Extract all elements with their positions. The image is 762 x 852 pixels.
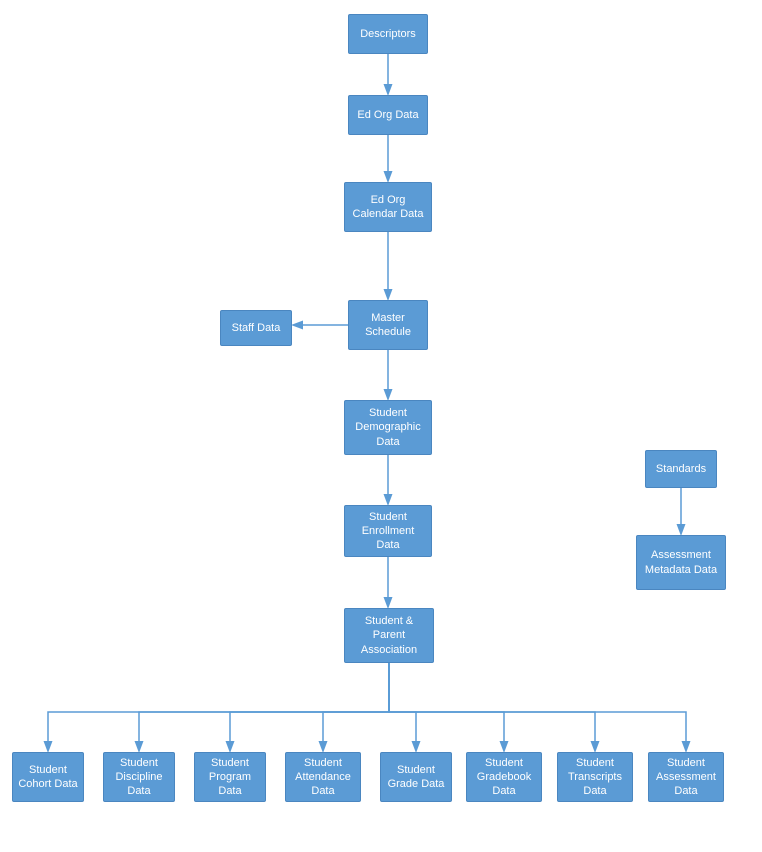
node-ed-org-calendar: Ed Org Calendar Data (344, 182, 432, 232)
node-student-cohort: Student Cohort Data (12, 752, 84, 802)
diagram: Descriptors Ed Org Data Ed Org Calendar … (0, 0, 762, 852)
node-ed-org-data: Ed Org Data (348, 95, 428, 135)
node-staff-data: Staff Data (220, 310, 292, 346)
node-student-assessment: Student Assessment Data (648, 752, 724, 802)
node-master-schedule: Master Schedule (348, 300, 428, 350)
node-descriptors: Descriptors (348, 14, 428, 54)
node-student-discipline: Student Discipline Data (103, 752, 175, 802)
node-standards: Standards (645, 450, 717, 488)
node-student-transcripts: Student Transcripts Data (557, 752, 633, 802)
node-student-program: Student Program Data (194, 752, 266, 802)
node-student-enrollment: Student Enrollment Data (344, 505, 432, 557)
node-student-demographic: Student Demographic Data (344, 400, 432, 455)
node-student-parent: Student & Parent Association (344, 608, 434, 663)
node-student-grade: Student Grade Data (380, 752, 452, 802)
node-student-attendance: Student Attendance Data (285, 752, 361, 802)
node-student-gradebook: Student Gradebook Data (466, 752, 542, 802)
node-assessment-metadata: Assessment Metadata Data (636, 535, 726, 590)
